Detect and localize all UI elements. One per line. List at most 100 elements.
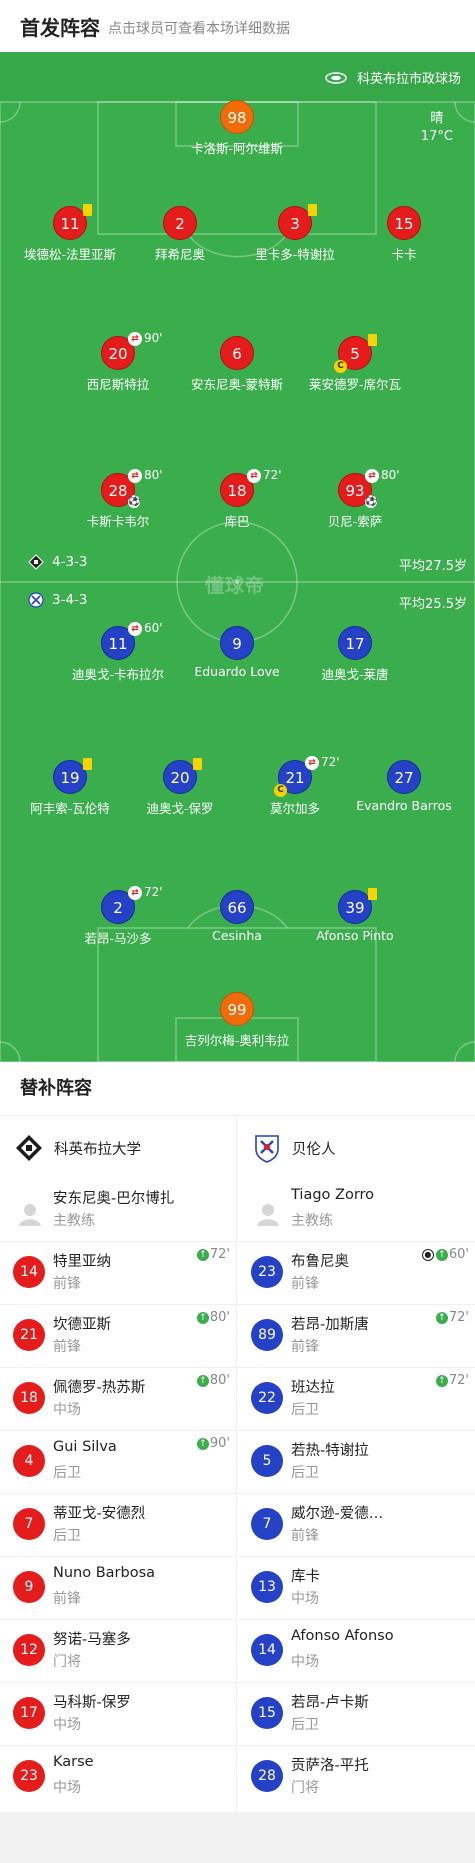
sub-player-row[interactable]: 12 努诺-马塞多 门将	[0, 1619, 236, 1682]
sub-time: 80'	[381, 468, 400, 482]
sub-player-row[interactable]: 4 Gui Silva 后卫 ↑ 90'	[0, 1430, 236, 1493]
sub-name: Karse	[53, 1754, 94, 1770]
sub-number: 18	[13, 1382, 45, 1414]
sub-out-icon: ⇄	[128, 332, 142, 346]
coach-avatar-icon	[19, 1204, 41, 1226]
sub-player-row[interactable]: 23 Karse 中场	[0, 1745, 236, 1808]
player-away-gk[interactable]: 99 吉列尔梅-奥利韦拉	[157, 992, 317, 1049]
sub-number: 89	[251, 1319, 283, 1351]
sub-name: Nuno Barbosa	[53, 1565, 156, 1581]
sub-position: 后卫	[53, 1465, 81, 1481]
sub-name: 布鲁尼奥	[291, 1254, 349, 1270]
player-number-disc: 19	[53, 758, 92, 794]
sub-player-row[interactable]: 17 马科斯-保罗 中场	[0, 1682, 236, 1745]
sub-in-time: 80'	[209, 1373, 230, 1388]
away-average-age: 平均25.5岁	[399, 597, 467, 612]
yellow-card-icon	[368, 888, 377, 900]
sub-player-row[interactable]: 22 班达拉 后卫 ↑ 72'	[238, 1367, 475, 1430]
player-name: 吉列尔梅-奥利韦拉	[184, 1033, 290, 1048]
yellow-card-icon	[368, 334, 377, 346]
dongqiudi-watermark: 懂球帝	[205, 575, 266, 597]
player-home-fwd-3[interactable]: 93 ⇄ 80' ⚽ 贝尼-索萨	[275, 468, 435, 530]
player-number-disc: 15	[387, 206, 421, 240]
sub-number: 14	[13, 1256, 45, 1288]
coach-avatar-icon	[257, 1204, 279, 1226]
sub-out-icon: ⇄	[365, 469, 379, 483]
away-subs-column: 贝伦人 Tiago Zorro 主教练 23 布鲁尼奥 前锋 ● ↑ 60' 89 …	[238, 1117, 475, 1808]
sub-player-row[interactable]: 7 威尔逊-爱德… 前锋	[238, 1493, 475, 1556]
sub-name: 威尔逊-爱德…	[291, 1506, 384, 1522]
away-coach-row[interactable]: Tiago Zorro 主教练	[238, 1179, 475, 1241]
sub-player-row[interactable]: 89 若昂-加斯唐 前锋 ↑ 72'	[238, 1304, 475, 1367]
player-away-def-3[interactable]: 39 Afonso Pinto	[275, 888, 435, 943]
player-home-mid-3[interactable]: 5C 莱安德罗-席尔瓦	[275, 334, 435, 393]
goal-ball-icon: ⚽	[365, 496, 378, 508]
player-home-def-4[interactable]: 15 卡卡	[324, 206, 475, 263]
sub-in-icon: ↑	[435, 1311, 448, 1324]
sub-in-time: 90'	[209, 1436, 230, 1451]
home-coach-row[interactable]: 安东尼奥-巴尔博扎 主教练	[0, 1179, 236, 1241]
player-number-disc: 99	[220, 992, 254, 1026]
coach-name: 安东尼奥-巴尔博扎	[53, 1191, 175, 1207]
sub-player-row[interactable]: 13 库卡 中场	[238, 1556, 475, 1619]
player-away-mid-4[interactable]: 27 Evandro Barros	[324, 760, 475, 813]
player-name: Afonso Pinto	[316, 928, 394, 943]
sub-number: 5	[251, 1445, 283, 1477]
sub-events: ↑ 72'	[435, 1373, 469, 1388]
sub-player-row[interactable]: 21 坎德亚斯 前锋 ↑ 80'	[0, 1304, 236, 1367]
sub-position: 中场	[291, 1591, 319, 1607]
sub-name: Gui Silva	[53, 1439, 117, 1455]
sub-player-row[interactable]: 7 蒂亚戈-安德烈 后卫	[0, 1493, 236, 1556]
sub-position: 门将	[291, 1780, 319, 1796]
sub-player-row[interactable]: 18 佩德罗-热苏斯 中场 ↑ 80'	[0, 1367, 236, 1430]
temperature: 17°C	[420, 129, 453, 144]
player-name: 莱安德罗-席尔瓦	[308, 377, 401, 392]
weather-text: 晴	[430, 111, 444, 126]
sub-player-row[interactable]: 28 贡萨洛-平托 门将	[238, 1745, 475, 1808]
player-number-disc: 93 ⇄ 80' ⚽	[338, 468, 400, 508]
sub-number: 7	[13, 1508, 45, 1540]
sub-player-row[interactable]: 9 Nuno Barbosa 前锋	[0, 1556, 236, 1619]
player-number-disc: 21 ⇄ 72' C	[274, 755, 340, 797]
sub-player-row[interactable]: 15 若昂-卢卡斯 后卫	[238, 1682, 475, 1745]
sub-out-icon: ⇄	[247, 469, 261, 483]
lineup-subtitle: 点击球员可查看本场详细数据	[108, 20, 290, 37]
sub-number: 21	[13, 1319, 45, 1351]
sub-player-row[interactable]: 14 特里亚纳 前锋 ↑ 72'	[0, 1241, 236, 1304]
sub-in-icon: ↑	[435, 1248, 448, 1261]
sub-position: 中场	[53, 1717, 81, 1733]
away-team-row[interactable]: 贝伦人	[238, 1117, 475, 1179]
sub-player-row[interactable]: 23 布鲁尼奥 前锋 ● ↑ 60'	[238, 1241, 475, 1304]
sub-in-icon: ↑	[196, 1311, 209, 1324]
sub-player-row[interactable]: 5 若热-特谢拉 后卫	[238, 1430, 475, 1493]
sub-number: 12	[13, 1634, 45, 1666]
home-team-row[interactable]: 科英布拉大学	[0, 1117, 236, 1179]
sub-number: 4	[13, 1445, 45, 1477]
sub-position: 前锋	[53, 1276, 81, 1292]
sub-name: 若热-特谢拉	[291, 1443, 369, 1459]
player-name: Evandro Barros	[356, 798, 452, 813]
sub-in-time: 72'	[209, 1247, 230, 1262]
sub-name: 贡萨洛-平托	[291, 1758, 369, 1774]
away-formation: 3-4-3	[28, 592, 88, 608]
player-number-disc: 11	[53, 204, 92, 240]
home-team-name: 科英布拉大学	[54, 1141, 141, 1158]
sub-events: ● ↑ 60'	[421, 1247, 469, 1262]
away-team-logo-icon	[255, 1135, 279, 1163]
sub-in-time: 80'	[209, 1310, 230, 1325]
home-average-age: 平均27.5岁	[399, 559, 467, 574]
player-away-fwd-3[interactable]: 17 迪奥戈-莱唐	[275, 626, 435, 683]
sub-name: 班达拉	[291, 1380, 335, 1396]
sub-number: 15	[251, 1697, 283, 1729]
sub-position: 中场	[53, 1780, 81, 1796]
sub-position: 后卫	[53, 1528, 81, 1544]
stadium-info: 科英布拉市政球场	[325, 68, 461, 87]
player-home-gk[interactable]: 98 卡洛斯-阿尔维斯	[157, 100, 317, 157]
stadium-name: 科英布拉市政球场	[356, 72, 461, 87]
sub-in-icon: ↑	[435, 1374, 448, 1387]
sub-number: 23	[251, 1256, 283, 1288]
sub-player-row[interactable]: 14 Afonso Afonso 中场	[238, 1619, 475, 1682]
player-number-disc: 5C	[334, 334, 377, 373]
sub-out-icon: ⇄	[305, 756, 319, 770]
substitutes-section: 替补阵容 科英布拉大学 安东尼奥-巴尔博扎 主教练 14 特里亚纳 前锋 ↑ 7…	[0, 1062, 475, 1812]
